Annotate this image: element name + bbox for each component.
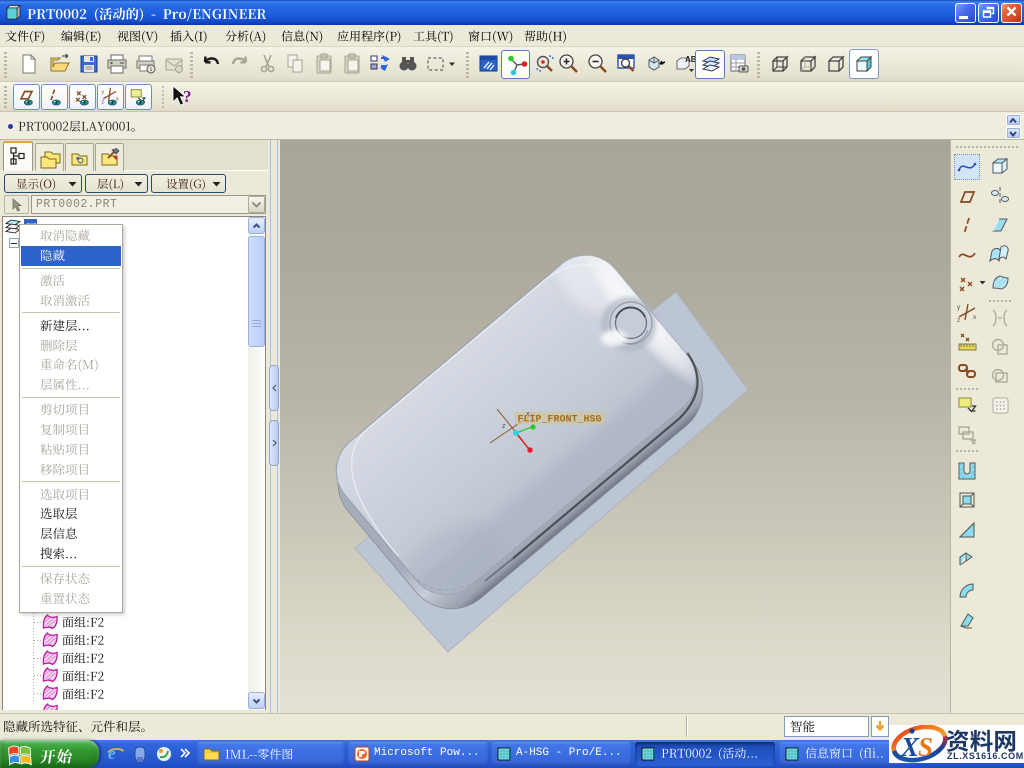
svg-text:z: z	[101, 99, 104, 105]
svg-text:y: y	[101, 89, 104, 95]
svg-text:y: y	[957, 304, 961, 311]
svg-text:?: ?	[183, 87, 192, 106]
svg-text:z: z	[957, 317, 960, 324]
svg-text:x: x	[526, 411, 530, 418]
svg-text:z: z	[502, 423, 506, 430]
svg-text:X: X	[900, 732, 920, 762]
svg-text:FLIP_FRONT_HSG: FLIP_FRONT_HSG	[518, 415, 602, 426]
svg-text:e: e	[108, 744, 116, 763]
svg-text:S: S	[918, 732, 933, 762]
svg-text:x: x	[973, 314, 977, 321]
